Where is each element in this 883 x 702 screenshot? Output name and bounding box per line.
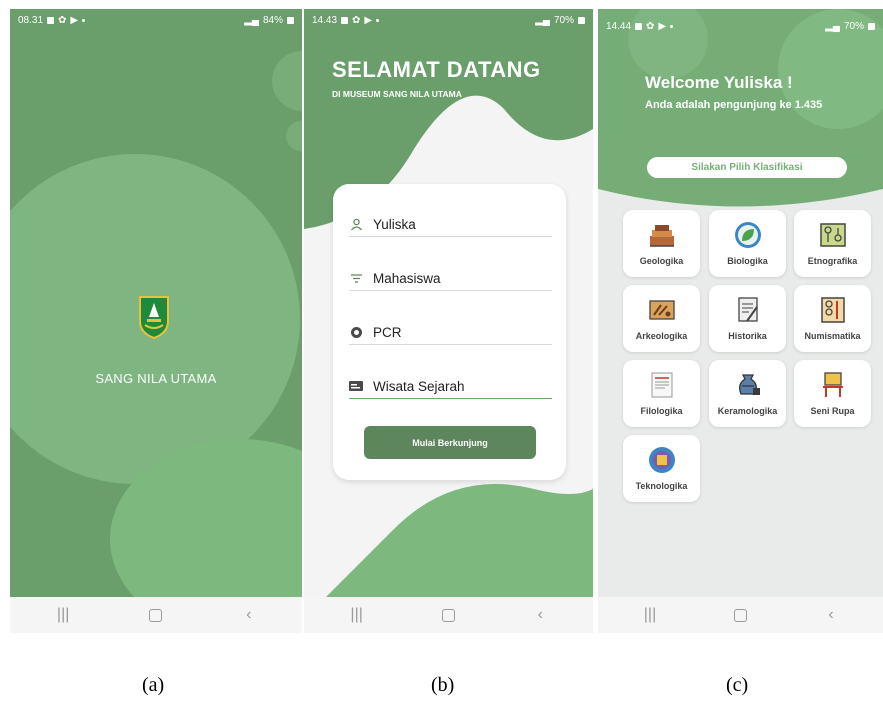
- category-tile-numismatika[interactable]: Numismatika: [794, 285, 871, 352]
- pottery-icon: [739, 374, 760, 395]
- category-tile-teknologika[interactable]: Teknologika: [623, 435, 700, 502]
- category-tile-geologika[interactable]: Geologika: [623, 210, 700, 277]
- dot-icon: [670, 24, 674, 28]
- signal-icon: ▂▄: [825, 20, 840, 32]
- status-time: 14.44: [606, 20, 632, 32]
- visit-purpose-value: Wisata Sejarah: [373, 378, 465, 394]
- easel-icon: [823, 372, 843, 397]
- manuscript-icon: [651, 372, 673, 398]
- category-label: Etnografika: [807, 256, 858, 266]
- settings-icon: ✿: [58, 14, 67, 26]
- category-tile-biologika[interactable]: Biologika: [709, 210, 786, 277]
- home-button[interactable]: [149, 608, 163, 622]
- caption-a: (a): [142, 674, 165, 696]
- settings-icon: ✿: [352, 14, 361, 26]
- choose-classification-button[interactable]: Silakan Pilih Klasifikasi: [647, 157, 847, 178]
- app-name: SANG NILA UTAMA: [95, 371, 217, 386]
- start-visit-button[interactable]: Mulai Berkunjung: [364, 426, 536, 459]
- page-title: SELAMAT DATANG: [332, 57, 541, 82]
- play-icon: ▶: [70, 14, 79, 26]
- recents-button[interactable]: |||: [337, 606, 377, 624]
- notification-icon: [635, 22, 643, 30]
- institution-field[interactable]: PCR: [349, 320, 552, 345]
- category-label: Filologika: [640, 406, 683, 416]
- status-time: 14.43: [312, 14, 338, 26]
- visitor-form-card: Yuliska Mahasiswa PCR Wisata Sejarah Mul…: [333, 184, 566, 480]
- technology-icon: [649, 447, 675, 473]
- home-button[interactable]: [441, 608, 455, 622]
- caption-b: (b): [431, 674, 455, 696]
- battery-text: 70%: [843, 20, 864, 32]
- category-label: Keramologika: [717, 406, 778, 416]
- category-tile-arkeologika[interactable]: Arkeologika: [623, 285, 700, 352]
- caption-c: (c): [726, 674, 749, 696]
- category-label: Biologika: [727, 256, 768, 266]
- category-tile-keramologika[interactable]: Keramologika: [709, 360, 786, 427]
- dot-icon: [376, 18, 380, 22]
- page-subtitle: DI MUSEUM SANG NILA UTAMA: [332, 89, 462, 99]
- category-label: Geologika: [639, 256, 684, 266]
- institution-value: PCR: [373, 324, 402, 340]
- play-icon: ▶: [658, 20, 667, 32]
- decor-circle-top-right-small: [286, 121, 302, 151]
- battery-icon: [868, 22, 875, 30]
- battery-icon: [287, 16, 294, 24]
- recents-button[interactable]: |||: [43, 606, 83, 624]
- rock-layers-icon: [650, 225, 674, 247]
- category-tile-historika[interactable]: Historika: [709, 285, 786, 352]
- name-field[interactable]: Yuliska: [349, 212, 552, 237]
- visitor-count-text: Anda adalah pengunjung ke 1.435: [645, 99, 823, 111]
- person-icon: [349, 217, 363, 231]
- battery-text: 84%: [262, 14, 283, 26]
- excavation-icon: [649, 300, 675, 320]
- back-button[interactable]: ‹: [229, 606, 269, 624]
- recents-button[interactable]: |||: [630, 606, 670, 624]
- home-button[interactable]: [734, 608, 747, 622]
- leaf-icon: [735, 222, 761, 248]
- android-nav-bar: ||| ‹: [10, 597, 302, 633]
- status-bar: 14.44 ✿ ▶ ▂▄ 70%: [598, 15, 883, 37]
- signal-icon: ▂▄: [244, 14, 259, 26]
- back-button[interactable]: ‹: [520, 606, 560, 624]
- android-nav-bar: ||| ‹: [304, 597, 593, 633]
- category-tile-etnografika[interactable]: Etnografika: [794, 210, 871, 277]
- filter-lines-icon: [349, 271, 363, 285]
- welcome-heading: Welcome Yuliska !: [645, 73, 793, 92]
- settings-icon: ✿: [646, 20, 655, 32]
- notification-icon: [341, 16, 349, 24]
- splash-screen: 08.31 ✿ ▶ ▂▄ 84% SANG NILA UTAMA ||| ‹: [10, 9, 302, 633]
- decor-circle-top-right: [272, 51, 302, 111]
- category-label: Historika: [728, 331, 767, 341]
- welcome-form-screen: 14.43 ✿ ▶ ▂▄ 70% SELAMAT DATANG DI MUSEU…: [304, 9, 593, 633]
- category-label: Arkeologika: [635, 331, 688, 341]
- card-icon: [349, 379, 363, 393]
- name-value: Yuliska: [373, 216, 416, 232]
- signal-icon: ▂▄: [535, 14, 550, 26]
- occupation-value: Mahasiswa: [373, 270, 441, 286]
- notification-icon: [47, 16, 55, 24]
- dot-icon: [82, 18, 86, 22]
- classification-screen: 14.44 ✿ ▶ ▂▄ 70% Welcome Yuliska ! Anda …: [598, 9, 883, 633]
- category-tile-seni-rupa[interactable]: Seni Rupa: [794, 360, 871, 427]
- category-label: Seni Rupa: [810, 406, 855, 416]
- radio-circle-icon: [349, 325, 363, 339]
- status-bar: 14.43 ✿ ▶ ▂▄ 70%: [304, 9, 593, 31]
- coin-book-icon: [821, 297, 845, 323]
- back-button[interactable]: ‹: [811, 606, 851, 624]
- battery-icon: [578, 16, 585, 24]
- occupation-field[interactable]: Mahasiswa: [349, 266, 552, 291]
- emblem-icon: [139, 296, 169, 339]
- map-icon: [820, 223, 846, 247]
- visit-purpose-field[interactable]: Wisata Sejarah: [349, 374, 552, 399]
- battery-text: 70%: [553, 14, 574, 26]
- scroll-icon: [738, 297, 758, 322]
- android-nav-bar: ||| ‹: [598, 597, 883, 633]
- status-bar: 08.31 ✿ ▶ ▂▄ 84%: [10, 9, 302, 31]
- category-label: Numismatika: [804, 331, 861, 341]
- category-label: Teknologika: [635, 481, 688, 491]
- play-icon: ▶: [364, 14, 373, 26]
- category-tile-filologika[interactable]: Filologika: [623, 360, 700, 427]
- status-time: 08.31: [18, 14, 44, 26]
